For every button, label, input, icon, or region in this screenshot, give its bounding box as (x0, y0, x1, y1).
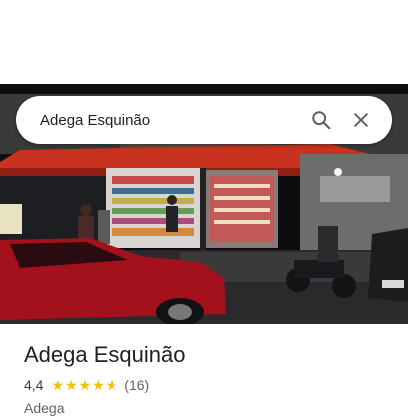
star-icon: ★ (65, 377, 78, 393)
top-whitespace (0, 0, 408, 84)
search-input[interactable]: Adega Esquinão (40, 112, 298, 129)
place-category: Adega (24, 400, 65, 416)
rating-value: 4,4 (24, 377, 44, 393)
search-bar[interactable]: Adega Esquinão (16, 96, 392, 144)
search-icon (312, 111, 331, 130)
review-count[interactable]: (16) (124, 377, 149, 393)
place-info-panel: Adega Esquinão 4,4 ★ ★ ★ ★ ★ ★ (16) Adega (0, 324, 408, 416)
star-icon: ★ (51, 377, 65, 393)
rating-row[interactable]: 4,4 ★ ★ ★ ★ ★ ★ (16) (24, 376, 384, 394)
search-button[interactable] (304, 103, 338, 137)
place-name: Adega Esquinão (24, 342, 186, 367)
star-icon: ★ (92, 377, 105, 393)
half-star-icon: ★ ★ (105, 377, 119, 393)
star-icon: ★ (78, 377, 92, 393)
clear-search-button[interactable] (344, 103, 378, 137)
star-rating: ★ ★ ★ ★ ★ ★ (51, 378, 118, 392)
close-icon (354, 113, 368, 127)
